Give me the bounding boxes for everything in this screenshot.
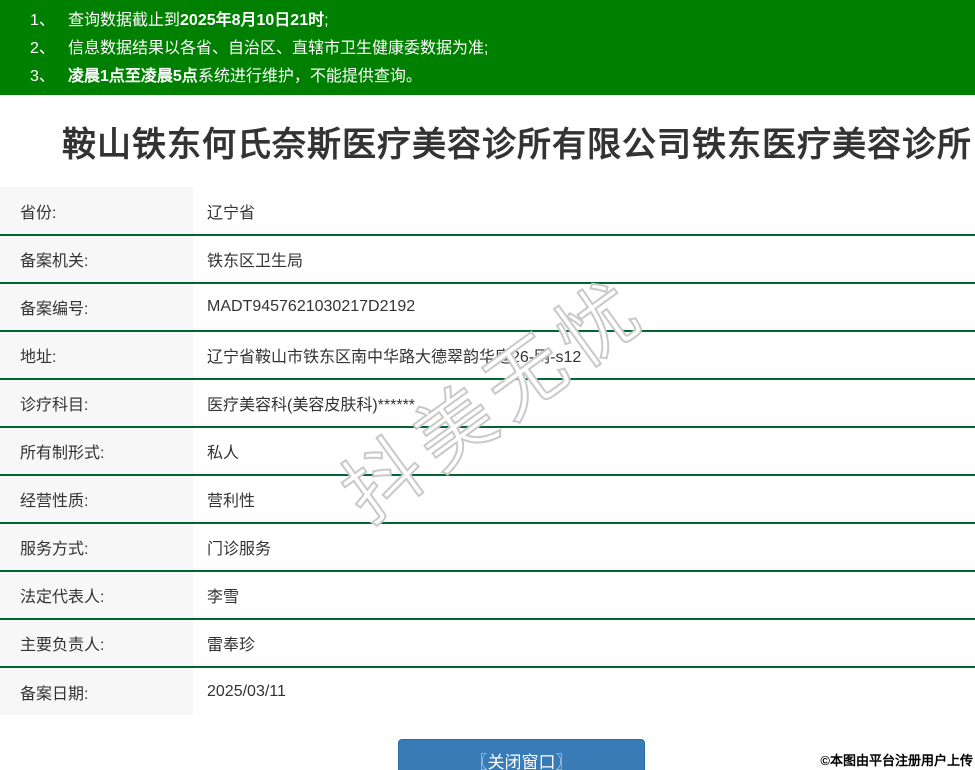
notice-number: 2、 xyxy=(30,35,68,63)
table-row: 诊疗科目: 医疗美容科(美容皮肤科)****** xyxy=(0,379,975,427)
field-value: 辽宁省鞍山市铁东区南中华路大德翠韵华庭26-网-s12 xyxy=(193,331,975,379)
field-label: 服务方式: xyxy=(0,523,193,571)
table-row: 省份: 辽宁省 xyxy=(0,187,975,235)
field-value: 铁东区卫生局 xyxy=(193,235,975,283)
notice-number: 1、 xyxy=(30,7,68,35)
table-row: 服务方式: 门诊服务 xyxy=(0,523,975,571)
field-label: 省份: xyxy=(0,187,193,235)
field-value: 私人 xyxy=(193,427,975,475)
field-value: 2025/03/11 xyxy=(193,667,975,715)
field-label: 诊疗科目: xyxy=(0,379,193,427)
notice-text: ; xyxy=(324,12,328,29)
notice-text-bold: 2025年8月10日21时 xyxy=(180,12,324,29)
field-label: 主要负责人: xyxy=(0,619,193,667)
field-value: 辽宁省 xyxy=(193,187,975,235)
notice-text: 查询数据截止到 xyxy=(68,12,180,29)
notice-line: 2、信息数据结果以各省、自治区、直辖市卫生健康委数据为准; xyxy=(30,35,975,63)
table-row: 经营性质: 营利性 xyxy=(0,475,975,523)
table-row: 备案日期: 2025/03/11 xyxy=(0,667,975,715)
table-row: 备案机关: 铁东区卫生局 xyxy=(0,235,975,283)
field-label: 备案日期: xyxy=(0,667,193,715)
table-row: 法定代表人: 李雪 xyxy=(0,571,975,619)
field-label: 经营性质: xyxy=(0,475,193,523)
field-value: 营利性 xyxy=(193,475,975,523)
table-row: 主要负责人: 雷奉珍 xyxy=(0,619,975,667)
field-label: 备案编号: xyxy=(0,283,193,331)
close-window-button[interactable]: 〖关闭窗口〗 xyxy=(398,739,645,770)
notice-banner: 1、查询数据截止到2025年8月10日21时; 2、信息数据结果以各省、自治区、… xyxy=(0,0,975,95)
field-label: 地址: xyxy=(0,331,193,379)
field-label: 所有制形式: xyxy=(0,427,193,475)
title-bar: 鞍山铁东何氏奈斯医疗美容诊所有限公司铁东医疗美容诊所 xyxy=(0,95,975,187)
field-value: 李雪 xyxy=(193,571,975,619)
table-row: 备案编号: MADT9457621030217D2192 xyxy=(0,283,975,331)
notice-text: 信息数据结果以各省、自治区、直辖市卫生健康委数据为准; xyxy=(68,40,488,57)
page-title: 鞍山铁东何氏奈斯医疗美容诊所有限公司铁东医疗美容诊所 xyxy=(0,117,972,166)
table-row: 所有制形式: 私人 xyxy=(0,427,975,475)
notice-line: 1、查询数据截止到2025年8月10日21时; xyxy=(30,7,975,35)
notice-line: 3、凌晨1点至凌晨5点系统进行维护，不能提供查询。 xyxy=(30,63,975,91)
field-label: 备案机关: xyxy=(0,235,193,283)
field-value: 雷奉珍 xyxy=(193,619,975,667)
info-table: 省份: 辽宁省 备案机关: 铁东区卫生局 备案编号: MADT945762103… xyxy=(0,187,975,715)
field-value: MADT9457621030217D2192 xyxy=(193,283,975,331)
copyright-note: ©本图由平台注册用户上传 xyxy=(820,750,973,769)
field-value: 门诊服务 xyxy=(193,523,975,571)
page: 1、查询数据截止到2025年8月10日21时; 2、信息数据结果以各省、自治区、… xyxy=(0,0,975,770)
field-label: 法定代表人: xyxy=(0,571,193,619)
notice-text-bold: 凌晨1点至凌晨5点 xyxy=(68,68,198,85)
table-row: 地址: 辽宁省鞍山市铁东区南中华路大德翠韵华庭26-网-s12 xyxy=(0,331,975,379)
notice-text: 系统进行维护，不能提供查询。 xyxy=(198,68,422,85)
field-value: 医疗美容科(美容皮肤科)****** xyxy=(193,379,975,427)
notice-number: 3、 xyxy=(30,63,68,91)
